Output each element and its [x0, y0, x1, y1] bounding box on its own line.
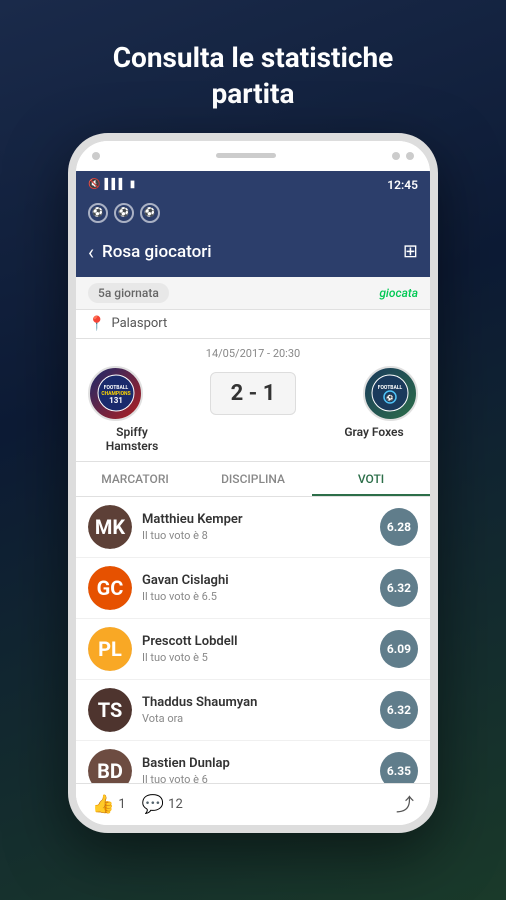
tab-disciplina[interactable]: DISCIPLINA [194, 462, 312, 496]
player-avatar-initials: GC [88, 566, 132, 610]
app-icon-2: ⚽ [114, 203, 134, 223]
status-time: 12:45 [387, 178, 418, 192]
player-vote-label: Il tuo voto è 6 [142, 773, 380, 783]
tabs-bar: MARCATORI DISCIPLINA VOTI [76, 462, 430, 497]
phone-mockup: 🔇 ▌▌▌ ▮ 12:45 ⚽ ⚽ ⚽ ‹ Rosa giocatori ⊞ 5… [68, 133, 438, 833]
comment-icon: 💬 [142, 794, 164, 815]
bottom-bar: 👍 1 💬 12 ⤴ [76, 783, 430, 825]
player-row[interactable]: TS Thaddus Shaumyan Vota ora6.32 [76, 680, 430, 741]
players-list: MKMatthieu KemperIl tuo voto è 86.28GCGa… [76, 497, 430, 783]
giornata-label: 5a giornata [88, 283, 169, 303]
match-date: 14/05/2017 - 20:30 [88, 347, 418, 360]
match-teams: FOOTBALL CHAMPIONS 131 2 - 1 FOOTBALL ⚽ [88, 366, 418, 421]
giornata-bar: 5a giornata giocata [76, 277, 430, 310]
toolbar-title: Rosa giocatori [102, 242, 212, 262]
player-info: Prescott Lobdell Il tuo voto è 5 [132, 634, 380, 664]
player-info: Thaddus Shaumyan Vota ora [132, 695, 380, 725]
player-name: Prescott Lobdell [142, 634, 380, 649]
player-row[interactable]: GC Gavan Cislaghi Il tuo voto è 6.56.32 [76, 558, 430, 619]
player-vote-label: Il tuo voto è 6.5 [142, 590, 380, 603]
svg-text:FOOTBALL: FOOTBALL [378, 385, 403, 391]
player-row[interactable]: BD Bastien Dunlap Il tuo voto è 66.35 [76, 741, 430, 783]
vote-badge: 6.09 [380, 630, 418, 668]
match-content: 5a giornata giocata 📍 Palasport 14/05/20… [76, 277, 430, 825]
match-header: 14/05/2017 - 20:30 FOOTBALL CHAMPIONS 13… [76, 339, 430, 462]
home-team-logo: FOOTBALL CHAMPIONS 131 [88, 366, 143, 421]
share-action[interactable]: ⤴ [396, 791, 414, 817]
like-icon: 👍 [92, 794, 114, 815]
venue-name: Palasport [111, 316, 167, 331]
app-icons-bar: ⚽ ⚽ ⚽ [76, 199, 430, 227]
player-name: Matthieu Kemper [142, 512, 380, 527]
player-row[interactable]: MK Matthieu Kemper Il tuo voto è 86.28 [76, 497, 430, 558]
phone-dots-right [392, 152, 414, 160]
vote-badge: 6.28 [380, 508, 418, 546]
player-avatar: GC [88, 566, 132, 610]
home-team-name: Spiffy Hamsters [92, 425, 172, 453]
venue-icon: 📍 [88, 316, 105, 332]
signal-bars-icon: ▌▌▌ [104, 179, 125, 190]
vote-badge: 6.35 [380, 752, 418, 783]
comment-action[interactable]: 💬 12 [142, 794, 183, 815]
venue-bar: 📍 Palasport [76, 310, 430, 339]
player-vote-label: Il tuo voto è 5 [142, 651, 380, 664]
phone-top-bar [76, 141, 430, 171]
player-vote-label: Il tuo voto è 8 [142, 529, 380, 542]
phone-dot-right-2 [406, 152, 414, 160]
player-avatar: PL [88, 627, 132, 671]
giocata-badge: giocata [379, 286, 418, 300]
app-icon-3: ⚽ [140, 203, 160, 223]
toolbar-left: ‹ Rosa giocatori [88, 240, 212, 264]
share-icon: ⤴ [396, 791, 414, 817]
phone-dot-left [92, 152, 100, 160]
player-avatar-initials: PL [88, 627, 132, 671]
svg-text:⚽: ⚽ [386, 394, 395, 402]
player-name: Bastien Dunlap [142, 756, 380, 771]
status-icons-left: 🔇 ▌▌▌ ▮ [88, 179, 135, 190]
tab-voti[interactable]: VOTI [312, 462, 430, 496]
player-name: Thaddus Shaumyan [142, 695, 380, 710]
match-score: 2 - 1 [210, 372, 297, 415]
app-icon-1: ⚽ [88, 203, 108, 223]
player-name: Gavan Cislaghi [142, 573, 380, 588]
like-action[interactable]: 👍 1 [92, 794, 126, 815]
player-info: Bastien Dunlap Il tuo voto è 6 [132, 756, 380, 783]
signal-mute-icon: 🔇 [88, 179, 100, 190]
away-team-logo: FOOTBALL ⚽ [363, 366, 418, 421]
status-bar: 🔇 ▌▌▌ ▮ 12:45 [76, 171, 430, 199]
svg-text:131: 131 [109, 396, 123, 405]
back-button[interactable]: ‹ [88, 240, 94, 264]
grid-menu-button[interactable]: ⊞ [403, 241, 418, 262]
vote-badge: 6.32 [380, 569, 418, 607]
vote-badge: 6.32 [380, 691, 418, 729]
headline: Consulta le statistiche partita [73, 40, 434, 113]
phone-speaker [216, 153, 276, 158]
battery-icon: ▮ [130, 179, 136, 190]
player-avatar: TS [88, 688, 132, 732]
phone-dot-right-1 [392, 152, 400, 160]
player-info: Gavan Cislaghi Il tuo voto è 6.5 [132, 573, 380, 603]
away-team-name: Gray Foxes [334, 425, 414, 453]
player-avatar: BD [88, 749, 132, 783]
comment-count: 12 [168, 797, 183, 812]
player-avatar: MK [88, 505, 132, 549]
player-avatar-initials: MK [88, 505, 132, 549]
player-avatar-initials: TS [88, 688, 132, 732]
like-count: 1 [118, 797, 125, 812]
tab-marcatori[interactable]: MARCATORI [76, 462, 194, 496]
toolbar: ‹ Rosa giocatori ⊞ [76, 227, 430, 277]
player-avatar-initials: BD [88, 749, 132, 783]
player-row[interactable]: PL Prescott Lobdell Il tuo voto è 56.09 [76, 619, 430, 680]
player-info: Matthieu Kemper Il tuo voto è 8 [132, 512, 380, 542]
teams-names: Spiffy Hamsters Gray Foxes [88, 421, 418, 453]
player-vote-label: Vota ora [142, 712, 380, 725]
